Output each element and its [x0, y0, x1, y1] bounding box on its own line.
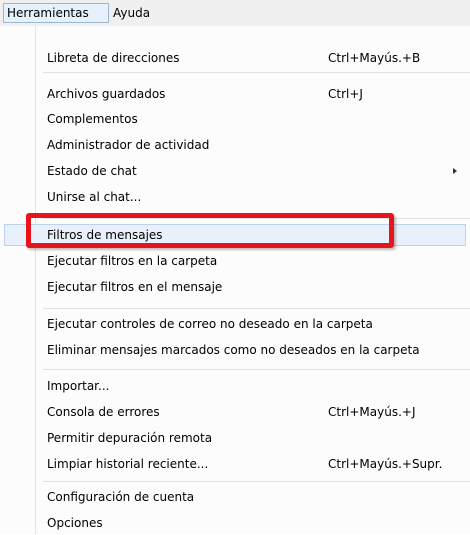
menu-item-shortcut: Ctrl+Mayús.+B — [328, 51, 421, 65]
menu-item-clear-history[interactable]: Limpiar historial reciente... Ctrl+Mayús… — [0, 452, 470, 476]
menu-item-import[interactable]: Importar... — [0, 374, 470, 398]
menu-item-label: Limpiar historial reciente... — [47, 457, 209, 471]
menu-separator — [43, 481, 470, 482]
menu-item-label: Ejecutar filtros en la carpeta — [47, 254, 218, 268]
menu-item-shortcut: Ctrl+Mayús.+J — [328, 405, 416, 419]
menu-item-address-book[interactable]: Libreta de direcciones Ctrl+Mayús.+B — [0, 46, 470, 70]
menu-ayuda[interactable]: Ayuda — [110, 3, 153, 23]
menu-separator — [43, 369, 470, 370]
menu-item-chat-status[interactable]: Estado de chat — [0, 159, 470, 183]
menu-item-label: Estado de chat — [47, 164, 137, 178]
menu-item-delete-junk[interactable]: Eliminar mensajes marcados como no desea… — [0, 338, 470, 362]
menu-item-label: Eliminar mensajes marcados como no desea… — [47, 343, 420, 357]
menu-item-label: Configuración de cuenta — [47, 490, 195, 504]
menu-item-label: Libreta de direcciones — [47, 51, 180, 65]
menu-item-label: Archivos guardados — [47, 87, 166, 101]
annotation-highlight-box — [26, 213, 394, 248]
menu-separator — [43, 72, 470, 73]
menu-item-add-ons[interactable]: Complementos — [0, 107, 470, 131]
menu-item-label: Administrador de actividad — [47, 138, 210, 152]
menu-item-label: Importar... — [47, 379, 110, 393]
menu-herramientas[interactable]: Herramientas — [3, 3, 109, 23]
menu-item-label: Complementos — [47, 112, 138, 126]
menu-item-shortcut: Ctrl+J — [328, 87, 363, 101]
menu-item-remote-debugging[interactable]: Permitir depuración remota — [0, 426, 470, 450]
menu-item-label: Unirse al chat... — [47, 190, 142, 204]
menu-item-saved-files[interactable]: Archivos guardados Ctrl+J — [0, 82, 470, 106]
menu-item-account-settings[interactable]: Configuración de cuenta — [0, 485, 470, 509]
menu-item-run-junk-controls[interactable]: Ejecutar controles de correo no deseado … — [0, 312, 470, 336]
menu-item-activity-manager[interactable]: Administrador de actividad — [0, 133, 470, 157]
menu-item-label: Ejecutar controles de correo no deseado … — [47, 317, 373, 331]
menu-item-error-console[interactable]: Consola de errores Ctrl+Mayús.+J — [0, 400, 470, 424]
menu-bar: Herramientas Ayuda — [0, 0, 470, 26]
menu-item-run-filters-message[interactable]: Ejecutar filtros en el mensaje — [0, 275, 470, 299]
menu-item-run-filters-folder[interactable]: Ejecutar filtros en la carpeta — [0, 249, 470, 273]
submenu-arrow-icon — [453, 168, 457, 174]
menu-item-label: Ejecutar filtros en el mensaje — [47, 280, 223, 294]
menu-item-shortcut: Ctrl+Mayús.+Supr. — [328, 457, 443, 471]
menu-item-label: Consola de errores — [47, 405, 160, 419]
menu-item-join-chat[interactable]: Unirse al chat... — [0, 185, 470, 209]
menu-separator — [43, 308, 470, 309]
menu-item-label: Permitir depuración remota — [47, 431, 213, 445]
tools-dropdown-menu: Libreta de direcciones Ctrl+Mayús.+B Arc… — [0, 26, 470, 534]
menu-item-options[interactable]: Opciones — [0, 511, 470, 535]
menu-item-label: Opciones — [47, 516, 103, 530]
